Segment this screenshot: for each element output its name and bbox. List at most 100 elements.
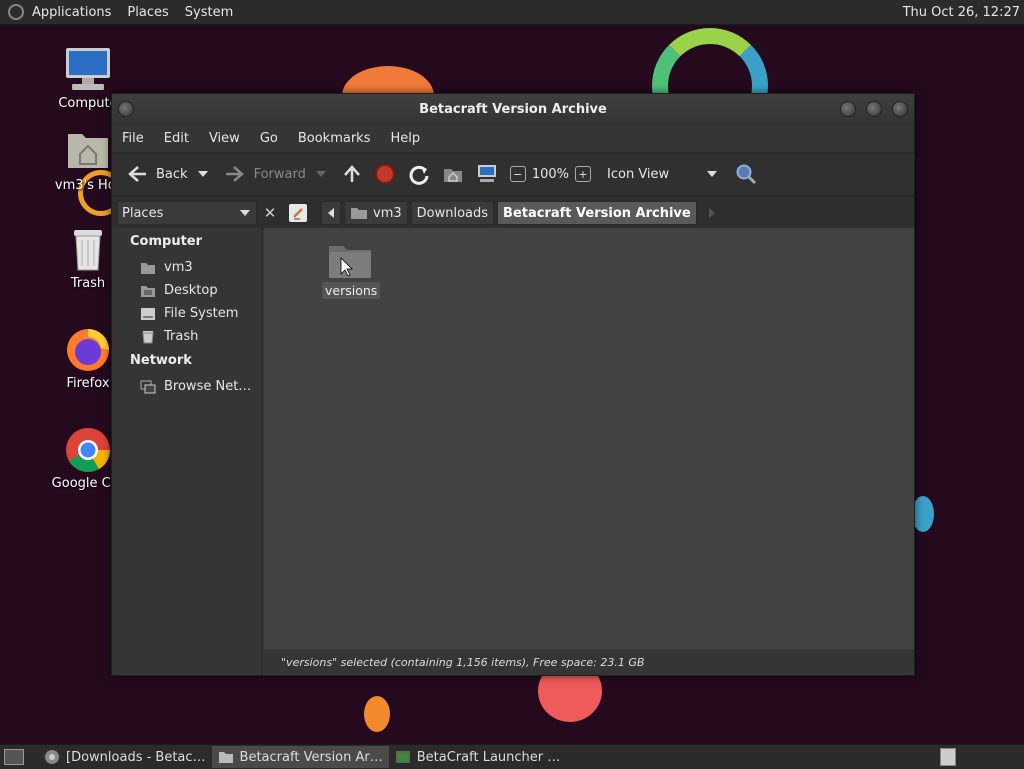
sidebar-section-network: Network (130, 353, 192, 368)
search-icon (736, 164, 757, 185)
applications-menu-icon[interactable] (8, 4, 24, 20)
edit-location-icon[interactable] (289, 204, 307, 222)
reload-button[interactable] (402, 158, 436, 190)
show-desktop-button[interactable] (4, 749, 24, 765)
folder-icon (218, 752, 233, 763)
home-folder-icon (351, 208, 367, 219)
forward-button[interactable]: Forward (218, 158, 312, 190)
breadcrumb-scroll-left[interactable] (321, 201, 341, 225)
location-bar: Places ✕ vm3 Downloads Betacraft Version… (112, 196, 914, 230)
applications-menu[interactable]: Applications (24, 5, 119, 20)
menu-bookmarks[interactable]: Bookmarks (288, 131, 381, 146)
breadcrumb-current[interactable]: Betacraft Version Archive (497, 201, 697, 225)
clock[interactable]: Thu Oct 26, 12:27 (903, 5, 1024, 20)
sidebar-item-label: Desktop (164, 283, 218, 298)
trash-icon (64, 226, 112, 274)
breadcrumb-label: vm3 (373, 205, 402, 221)
taskbar-item-label: BetaCraft Launcher … (416, 749, 561, 765)
sidebar-item-label: File System (164, 306, 239, 321)
home-folder-icon (64, 128, 112, 176)
back-history-dropdown[interactable] (197, 171, 208, 177)
taskbar-item-label: Betacraft Version Ar… (239, 749, 383, 765)
system-menu[interactable]: System (177, 5, 241, 20)
drive-icon (141, 307, 155, 320)
search-button[interactable] (729, 158, 763, 190)
workspace-switcher[interactable] (940, 748, 956, 766)
maximize-button[interactable] (866, 101, 882, 117)
back-label: Back (156, 166, 188, 182)
reload-icon (409, 165, 429, 185)
file-manager-window: Betacraft Version Archive File Edit View… (111, 93, 915, 676)
menu-go[interactable]: Go (250, 131, 288, 146)
sidebar-item-browse-network[interactable]: Browse Net… (112, 375, 262, 398)
sidebar-item-desktop[interactable]: Desktop (112, 279, 262, 302)
up-arrow-icon (343, 165, 360, 182)
close-button[interactable] (892, 101, 908, 117)
sidebar-item-label: vm3 (164, 260, 193, 275)
top-panel: Applications Places System Thu Oct 26, 1… (0, 0, 1024, 25)
desktop-folder-icon (141, 285, 155, 297)
zoom-level: 100% (531, 166, 570, 182)
breadcrumb-scroll-right[interactable] (708, 208, 715, 218)
forward-arrow-icon (225, 166, 244, 182)
zoom-control: − 100% + (504, 158, 597, 190)
home-folder-icon (141, 262, 155, 274)
chevron-down-icon (707, 171, 718, 177)
up-button[interactable] (336, 158, 368, 190)
sidebar-selector-value: Places (122, 205, 164, 221)
forward-history-dropdown[interactable] (315, 171, 326, 177)
folder-item-versions[interactable]: versions (322, 240, 381, 299)
sidebar-section-computer: Computer (130, 234, 203, 249)
chrome-icon (45, 750, 59, 764)
menubar: File Edit View Go Bookmarks Help (112, 125, 914, 152)
trash-icon (142, 330, 154, 343)
sidebar-item-vm3[interactable]: vm3 (112, 256, 262, 279)
sidebar-item-label: Browse Net… (164, 379, 252, 394)
places-sidebar: Computer vm3 Desktop File System Trash N… (112, 228, 263, 675)
wallpaper-blob (912, 496, 934, 532)
sidebar-selector[interactable]: Places (117, 201, 257, 225)
stop-button[interactable] (368, 158, 402, 190)
file-view[interactable]: versions (264, 228, 914, 649)
menu-view[interactable]: View (199, 131, 250, 146)
taskbar-item-betacraft-launcher[interactable]: BetaCraft Launcher … (389, 746, 567, 768)
firefox-icon (64, 326, 112, 374)
sidebar-item-filesystem[interactable]: File System (112, 302, 262, 325)
minimize-button[interactable] (840, 101, 856, 117)
window-title: Betacraft Version Archive (419, 102, 607, 117)
home-icon (443, 169, 462, 182)
breadcrumb-downloads[interactable]: Downloads (410, 201, 495, 225)
folder-icon (329, 246, 371, 278)
taskbar-item-betacraft-archive[interactable]: Betacraft Version Ar… (211, 746, 389, 768)
view-mode-value: Icon View (607, 166, 670, 182)
zoom-in-icon[interactable]: + (575, 166, 592, 182)
taskbar-item-label: [Downloads - Betac… (66, 749, 206, 765)
zoom-out-icon[interactable]: − (509, 166, 526, 182)
home-button[interactable] (436, 158, 470, 190)
computer-button[interactable] (470, 158, 504, 190)
window-titlebar[interactable]: Betacraft Version Archive (112, 94, 914, 125)
menu-edit[interactable]: Edit (154, 131, 199, 146)
chrome-icon (64, 426, 112, 474)
breadcrumb-label: Downloads (416, 205, 489, 221)
taskbar-item-downloads[interactable]: [Downloads - Betac… (38, 746, 212, 768)
status-bar: "versions" selected (containing 1,156 it… (264, 649, 914, 675)
close-sidebar-icon[interactable]: ✕ (261, 204, 279, 222)
sidebar-item-trash[interactable]: Trash (112, 325, 262, 348)
breadcrumb-label: Betacraft Version Archive (503, 205, 691, 221)
menu-file[interactable]: File (112, 131, 154, 146)
sidebar-item-label: Trash (164, 329, 199, 344)
forward-label: Forward (253, 166, 306, 182)
back-arrow-icon (128, 166, 146, 182)
back-button[interactable]: Back (120, 158, 194, 190)
view-mode-select[interactable]: Icon View (601, 158, 723, 190)
menu-help[interactable]: Help (380, 131, 430, 146)
chevron-down-icon (240, 210, 250, 216)
app-icon (395, 751, 410, 763)
stop-icon (374, 164, 395, 184)
window-menu-icon[interactable] (118, 101, 134, 117)
network-icon (140, 380, 156, 393)
breadcrumb-vm3[interactable]: vm3 (344, 201, 408, 225)
toolbar: Back Forward − 100% + Icon View (112, 152, 914, 196)
places-menu[interactable]: Places (119, 5, 176, 20)
